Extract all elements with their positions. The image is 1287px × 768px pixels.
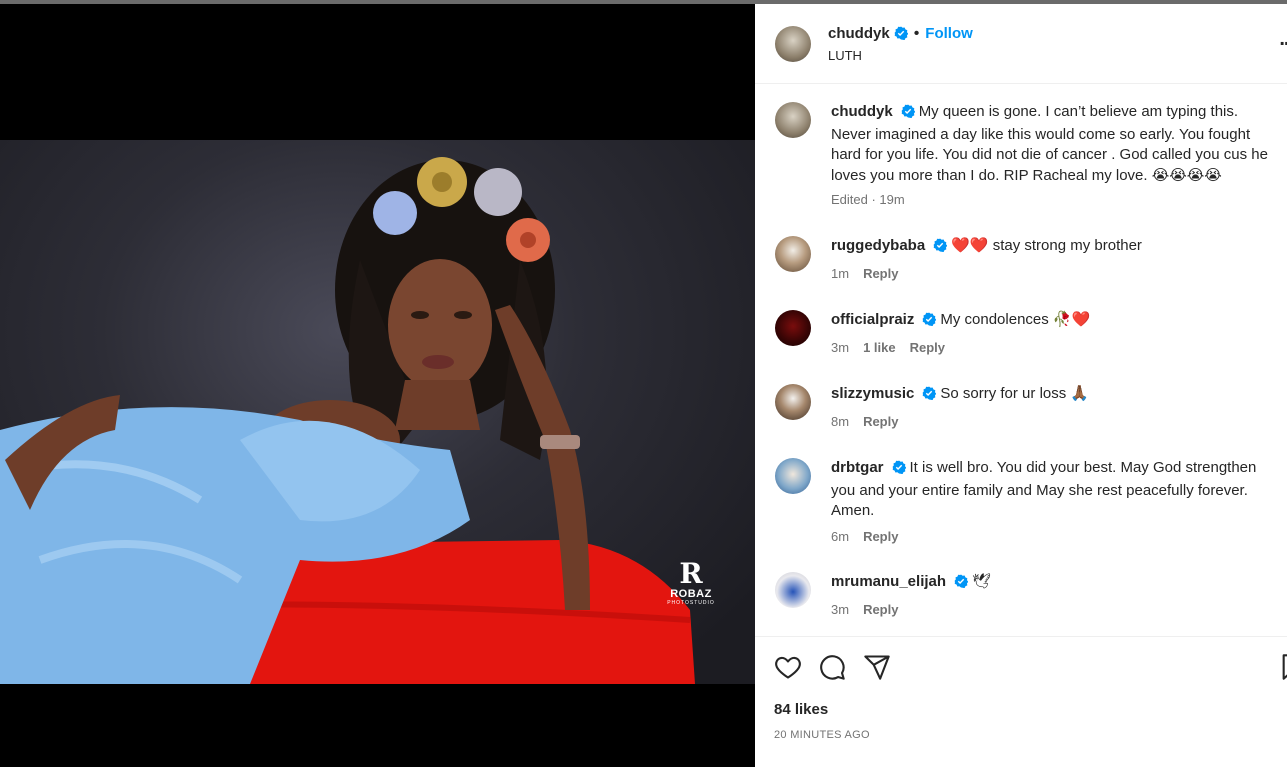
caption-author-username[interactable]: chuddyk (831, 103, 893, 120)
caption-text-block: chuddyk My queen is gone. I can’t believe… (831, 102, 1277, 186)
comment-like-count[interactable]: 1 like (863, 340, 896, 355)
caption-meta: Edited · 19m (831, 192, 919, 207)
commenter-avatar[interactable] (775, 310, 811, 346)
comment-text: 🕊 (972, 573, 992, 590)
post-location[interactable]: LUTH (828, 48, 862, 63)
more-options-icon[interactable]: ... (1279, 28, 1287, 51)
author-username[interactable]: chuddyk (828, 25, 890, 42)
verified-badge-icon (933, 238, 948, 259)
reply-button[interactable]: Reply (863, 266, 898, 281)
comment-meta: 3m 1 like Reply (831, 340, 959, 355)
verified-badge-icon (954, 574, 969, 595)
post-media[interactable]: R ROBAZ PHOTOSTUDIO (0, 4, 755, 767)
comment-username[interactable]: officialpraiz (831, 311, 914, 328)
author-avatar[interactable] (775, 26, 811, 62)
commenter-avatar[interactable] (775, 458, 811, 494)
caption-text: My queen is gone. I can’t believe am typ… (831, 103, 1268, 184)
comment-text-block: ruggedybaba ❤️❤️ stay strong my brother (831, 236, 1277, 259)
post-time: 20 MINUTES AGO (774, 729, 870, 741)
caption-author-avatar[interactable] (775, 102, 811, 138)
commenter-avatar[interactable] (775, 236, 811, 272)
photo-illustration (0, 157, 695, 684)
comment-username[interactable]: slizzymusic (831, 385, 914, 402)
reply-button[interactable]: Reply (863, 529, 898, 544)
post-side-panel: chuddyk•Follow LUTH ... chuddykMy queen … (755, 4, 1287, 767)
comment-item: officialpraiz My condolences 🥀❤️ 3m 1 like… (775, 310, 1285, 370)
caption-edited-time: Edited · 19m (831, 192, 905, 207)
verified-badge-icon (922, 312, 937, 333)
comment-text: My condolences 🥀❤️ (940, 311, 1091, 328)
comment-time: 1m (831, 266, 850, 281)
comment-time: 3m (831, 602, 850, 617)
verified-badge-icon (901, 104, 915, 125)
reply-button[interactable]: Reply (910, 340, 945, 355)
comment-text-block: officialpraiz My condolences 🥀❤️ (831, 310, 1277, 333)
likes-count[interactable]: 84 likes (774, 701, 828, 718)
comment-text-block: mrumanu_elijah 🕊 (831, 572, 1277, 595)
heart-icon[interactable] (774, 653, 802, 686)
author-line: chuddyk • Follow (828, 25, 973, 45)
comment-meta: 1m Reply (831, 266, 912, 281)
comment-meta: 6m Reply (831, 529, 912, 544)
verified-badge-icon (894, 26, 908, 45)
comments-list[interactable]: chuddyk My queen is gone. I can’t believe… (755, 84, 1287, 636)
photostudio-watermark: R ROBAZ PHOTOSTUDIO (663, 557, 719, 607)
commenter-avatar[interactable] (775, 384, 811, 420)
verified-badge-icon (922, 386, 937, 407)
comment-item: slizzymusic So sorry for ur loss 🙏🏾 8m Rep… (775, 384, 1285, 444)
comment-item: mrumanu_elijah 🕊 3m Reply (775, 572, 1285, 632)
caption-item: chuddyk My queen is gone. I can’t believe… (775, 102, 1285, 212)
post-header: chuddyk • Follow LUTH ... (755, 4, 1287, 84)
send-icon[interactable] (863, 653, 891, 686)
comment-text-block: slizzymusic So sorry for ur loss 🙏🏾 (831, 384, 1277, 407)
bookmark-icon[interactable] (1279, 653, 1287, 686)
reply-button[interactable]: Reply (863, 414, 898, 429)
verified-badge-icon (892, 460, 906, 481)
comment-time: 6m (831, 529, 850, 544)
reply-button[interactable]: Reply (863, 602, 898, 617)
separator-dot: • (913, 25, 920, 42)
comment-item: drbtgar It is well bro. You did your best… (775, 458, 1285, 558)
comment-text-block: drbtgar It is well bro. You did your best… (831, 458, 1277, 522)
comment-username[interactable]: mrumanu_elijah (831, 573, 946, 590)
post-actions-footer: 84 likes 20 MINUTES AGO (755, 636, 1287, 768)
comment-username[interactable]: drbtgar (831, 459, 884, 476)
comment-meta: 3m Reply (831, 602, 912, 617)
comment-text: ❤️❤️ stay strong my brother (951, 237, 1142, 254)
comment-time: 3m (831, 340, 850, 355)
comment-icon[interactable] (818, 653, 846, 686)
watermark-subtitle: PHOTOSTUDIO (667, 600, 715, 606)
watermark-name: ROBAZ (670, 588, 712, 600)
comment-meta: 8m Reply (831, 414, 912, 429)
comment-item: ruggedybaba ❤️❤️ stay strong my brother 1… (775, 236, 1285, 296)
commenter-avatar[interactable] (775, 572, 811, 608)
comment-text: So sorry for ur loss 🙏🏾 (940, 385, 1090, 402)
comment-time: 8m (831, 414, 850, 429)
comment-username[interactable]: ruggedybaba (831, 237, 925, 254)
watermark-logo: R (679, 557, 703, 590)
post-photo: R ROBAZ PHOTOSTUDIO (0, 140, 755, 684)
follow-button[interactable]: Follow (925, 25, 973, 42)
